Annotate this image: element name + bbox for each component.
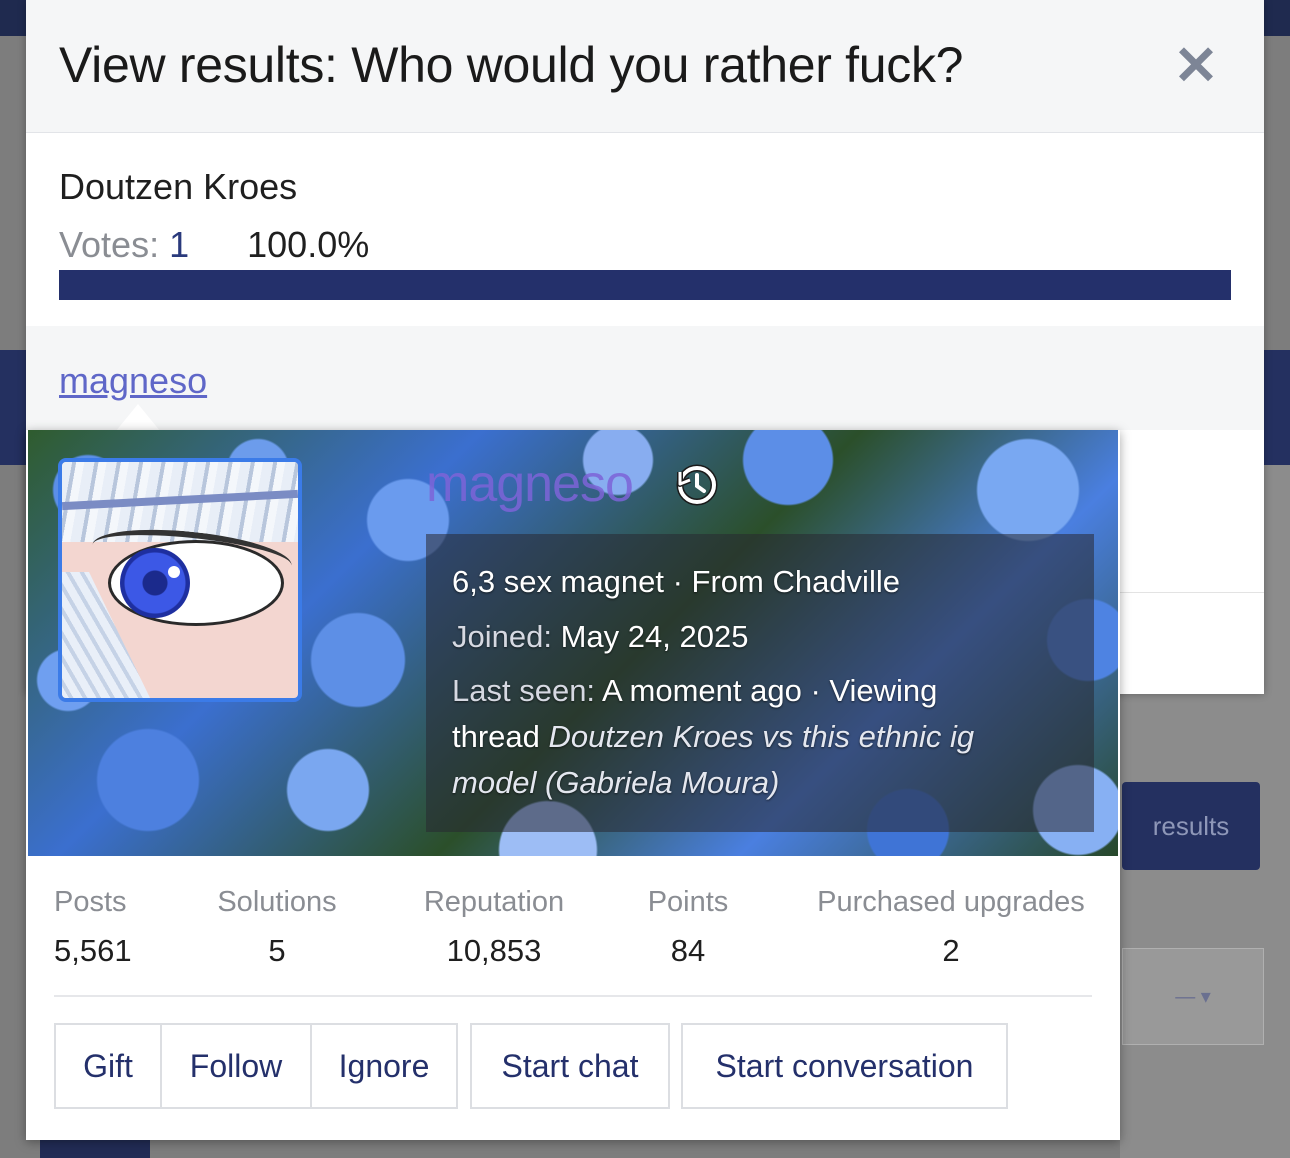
joined-label: Joined: — [452, 619, 552, 654]
poll-progress-bar — [59, 270, 1231, 300]
modal-title: View results: Who would you rather fuck? — [59, 37, 964, 93]
stat-reputation[interactable]: Reputation 10,853 — [414, 886, 574, 969]
tooltip-arrow — [116, 404, 160, 431]
joined-row: Joined: May 24, 2025 — [452, 619, 748, 655]
last-seen-value: A moment ago · Viewing — [601, 673, 938, 708]
stat-posts[interactable]: Posts 5,561 — [54, 886, 136, 969]
ignore-button[interactable]: Ignore — [310, 1023, 458, 1109]
member-tooltip-card: magneso 6,3 sex magnet · From Chadville … — [26, 430, 1120, 1140]
background-results-button: results — [1122, 782, 1260, 870]
stat-label: Solutions — [217, 886, 337, 918]
votes-count[interactable]: 1 — [169, 224, 189, 265]
stat-value: 84 — [670, 933, 706, 968]
poll-option-name: Doutzen Kroes — [59, 166, 298, 207]
background-select: — ▾ — [1122, 948, 1264, 1045]
activity-row: thread Doutzen Kroes vs this ethnic ig — [452, 719, 974, 755]
activity-thread-link-cont[interactable]: model (Gabriela Moura) — [452, 765, 779, 801]
stat-value: 5,561 — [54, 933, 132, 968]
member-title-line: 6,3 sex magnet · From Chadville — [452, 564, 900, 599]
stat-label: Posts — [54, 886, 127, 918]
avatar-iris — [120, 548, 190, 618]
page-footer-fragment — [40, 1140, 150, 1158]
joined-date: May 24, 2025 — [560, 619, 749, 654]
follow-button[interactable]: Follow — [160, 1023, 312, 1109]
votes-percent: 100.0% — [247, 224, 370, 265]
stat-purchased-upgrades[interactable]: Purchased upgrades 2 — [806, 886, 1096, 969]
voter-list: magneso — [26, 326, 1264, 430]
avatar-glint — [168, 566, 180, 578]
activity-prefix: thread — [452, 719, 540, 754]
stat-points[interactable]: Points 84 — [638, 886, 738, 969]
last-seen-row: Last seen: A moment ago · Viewing — [452, 673, 937, 709]
last-seen-label: Last seen: — [452, 673, 596, 708]
stat-value: 5 — [268, 933, 286, 968]
avatar[interactable] — [58, 458, 302, 702]
activity-thread-link[interactable]: Doutzen Kroes vs this ethnic ig — [549, 719, 975, 754]
stat-solutions[interactable]: Solutions 5 — [212, 886, 342, 969]
history-icon[interactable] — [672, 460, 722, 510]
gift-button[interactable]: Gift — [54, 1023, 162, 1109]
poll-progress-fill — [59, 270, 1231, 300]
close-icon[interactable]: ✕ — [1172, 39, 1220, 93]
poll-votes-row: Votes: 1 100.0% — [59, 224, 369, 266]
votes-label: Votes: — [59, 224, 160, 265]
stats-divider — [54, 995, 1092, 997]
stat-label: Points — [647, 886, 729, 918]
member-info-panel: 6,3 sex magnet · From Chadville Joined: … — [426, 534, 1094, 832]
profile-banner: magneso 6,3 sex magnet · From Chadville … — [28, 430, 1118, 856]
member-stats: Posts 5,561 Solutions 5 Reputation 10,85… — [26, 886, 1120, 976]
card-username-link[interactable]: magneso — [426, 454, 634, 514]
stat-value: 2 — [942, 933, 960, 968]
start-chat-button[interactable]: Start chat — [470, 1023, 670, 1109]
modal-header: View results: Who would you rather fuck?… — [26, 0, 1264, 133]
stat-value: 10,853 — [446, 933, 542, 968]
modal-divider — [1120, 592, 1264, 593]
start-conversation-button[interactable]: Start conversation — [681, 1023, 1008, 1109]
voter-username-link[interactable]: magneso — [59, 360, 207, 402]
stat-label: Reputation — [423, 886, 565, 918]
stat-label: Purchased upgrades — [817, 886, 1085, 918]
